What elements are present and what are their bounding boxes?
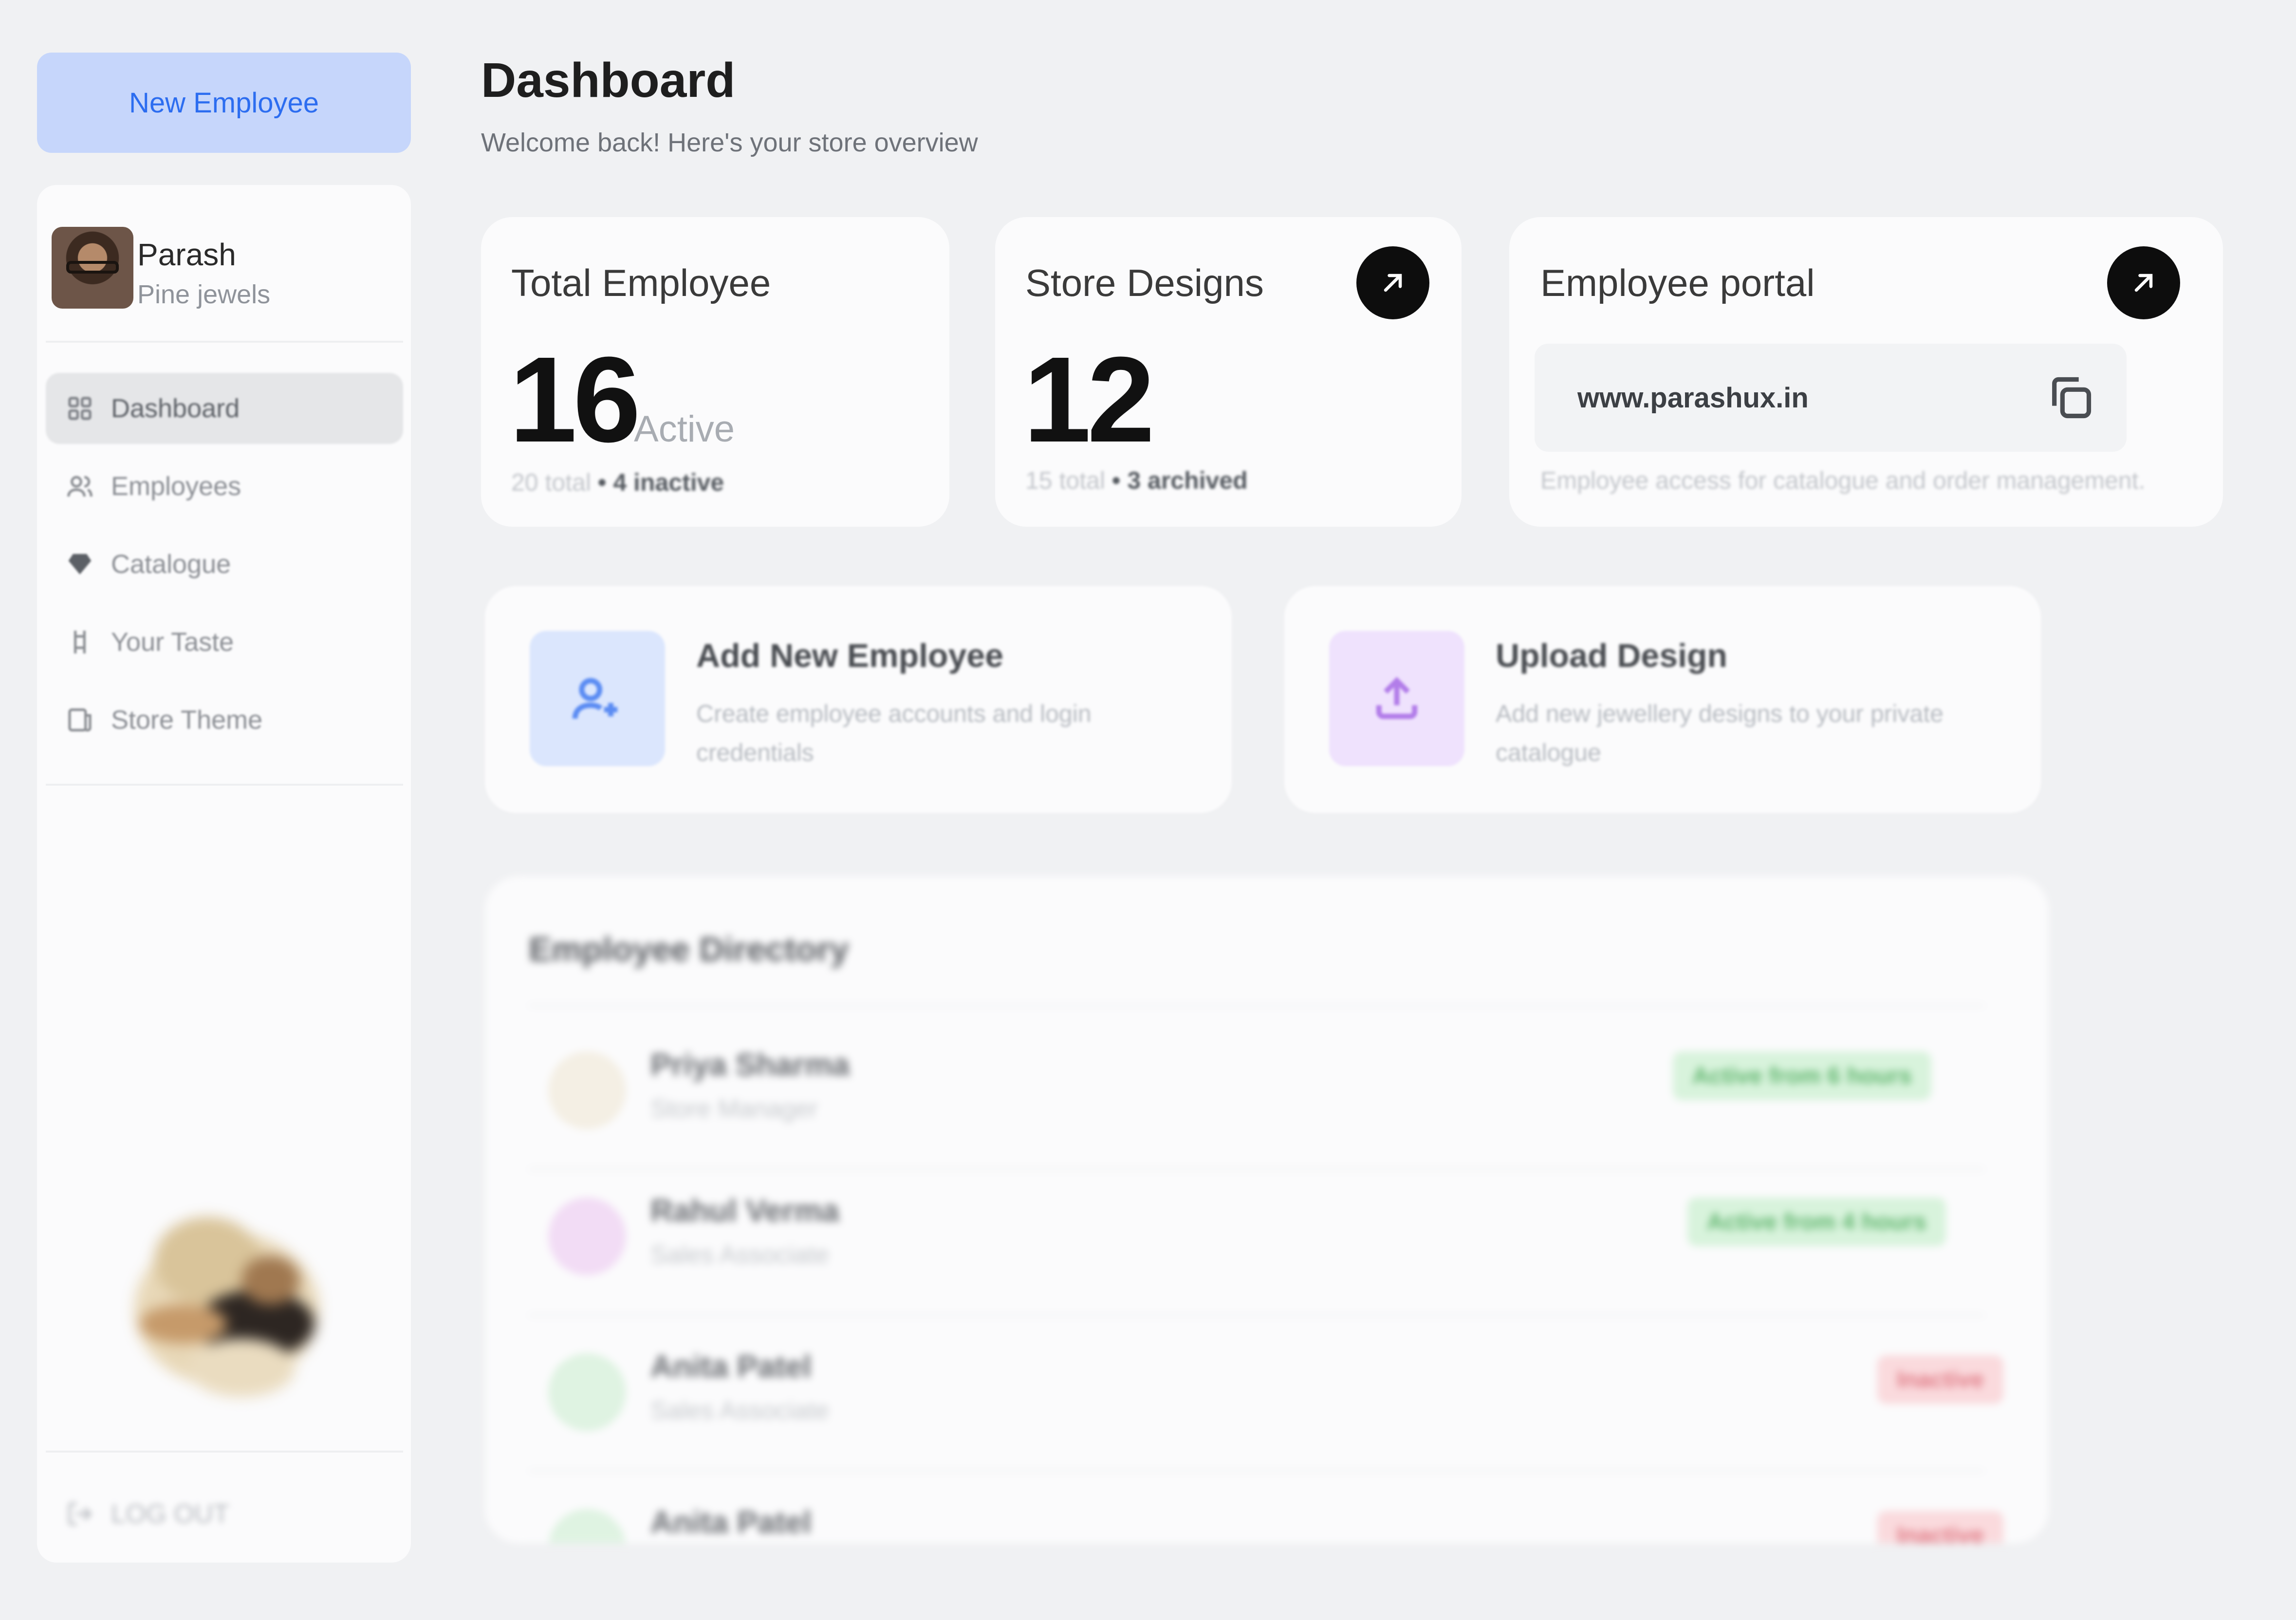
- new-employee-button[interactable]: New Employee: [37, 53, 411, 153]
- new-employee-label: New Employee: [129, 87, 319, 119]
- employee-role: Sales Associate: [650, 1241, 830, 1269]
- status-badge: Inactive: [1877, 1511, 2003, 1543]
- sidebar-item-label: Your Taste: [111, 627, 234, 657]
- taste-icon: [66, 628, 93, 656]
- logout-button[interactable]: LOG OUT: [61, 1490, 256, 1538]
- action-title: Add New Employee: [696, 637, 1004, 674]
- inactive-count: • 4 inactive: [597, 469, 724, 496]
- avatar: [548, 1353, 626, 1431]
- store-designs-card: Store Designs 12 15 total • 3 archived: [995, 217, 1462, 527]
- employee-meta: 20 total • 4 inactive: [511, 468, 724, 497]
- divider: [529, 1005, 1984, 1007]
- profile-block[interactable]: Parash Pine jewels: [52, 227, 392, 314]
- grid-icon: [66, 395, 93, 422]
- portal-url: www.parashux.in: [1577, 382, 1809, 414]
- divider: [529, 1470, 1984, 1472]
- employee-name: Anita Patel: [650, 1349, 812, 1384]
- page-title: Dashboard: [481, 53, 736, 108]
- design-count: 12: [1023, 331, 1155, 467]
- sidebar-item-your-taste[interactable]: Your Taste: [46, 607, 403, 678]
- avatar: [548, 1509, 626, 1543]
- active-employee-count: 16: [509, 331, 641, 467]
- sidebar-item-label: Store Theme: [111, 705, 263, 735]
- employee-directory: Employee Directory Priya Sharma Store Ma…: [485, 876, 2049, 1543]
- arrow-up-right-icon: [2134, 274, 2153, 292]
- employee-role: Store Manager: [650, 1095, 818, 1123]
- profile-name: Parash: [137, 237, 236, 272]
- card-title: Employee portal: [1540, 261, 1815, 304]
- description-line: Add new jewellery designs to your privat…: [1496, 700, 1944, 727]
- action-title: Upload Design: [1496, 637, 1728, 674]
- profile-store: Pine jewels: [137, 280, 271, 309]
- card-title: Store Designs: [1025, 261, 1264, 304]
- sidebar-item-dashboard[interactable]: Dashboard: [46, 373, 403, 444]
- portal-url-field[interactable]: www.parashux.in: [1535, 344, 2127, 452]
- action-description: Add new jewellery designs to your privat…: [1496, 694, 1982, 772]
- description-line: Create employee accounts and login: [696, 700, 1092, 727]
- users-icon: [66, 473, 93, 500]
- avatar: [548, 1051, 626, 1129]
- section-title: Employee Directory: [529, 930, 849, 968]
- table-row[interactable]: Anita Patel Sales Associate Inactive: [529, 1324, 2003, 1470]
- upload-design-card[interactable]: Upload Design Add new jewellery designs …: [1284, 586, 2041, 813]
- sidebar-item-employees[interactable]: Employees: [46, 451, 403, 522]
- table-row[interactable]: Rahul Verma Sales Associate Active from …: [529, 1168, 1999, 1314]
- arrow-up-right-icon: [1384, 274, 1402, 292]
- sidebar-item-catalogue[interactable]: Catalogue: [46, 529, 403, 600]
- logout-icon: [66, 1500, 93, 1528]
- divider: [529, 1314, 1984, 1316]
- table-row[interactable]: Priya Sharma Store Manager Active from 6…: [529, 1022, 1999, 1168]
- employee-portal-card: Employee portal www.parashux.in Employee…: [1509, 217, 2223, 527]
- total-employee-card: Total Employee 16 Active 20 total • 4 in…: [481, 217, 949, 527]
- theme-icon: [66, 706, 93, 734]
- copy-icon: [2052, 377, 2092, 419]
- logout-label: LOG OUT: [111, 1499, 230, 1528]
- employee-name: Anita Patel: [650, 1505, 812, 1540]
- employee-name: Rahul Verma: [650, 1193, 839, 1228]
- table-row[interactable]: Anita Patel Inactive: [529, 1480, 2003, 1543]
- total-count: 15 total: [1025, 467, 1106, 494]
- status-badge: Active from 4 hours: [1687, 1197, 1946, 1246]
- card-title: Total Employee: [511, 261, 771, 304]
- add-employee-card[interactable]: Add New Employee Create employee account…: [485, 586, 1232, 813]
- employee-name: Priya Sharma: [650, 1047, 850, 1082]
- avatar: [548, 1197, 626, 1275]
- design-meta: 15 total • 3 archived: [1025, 466, 1248, 495]
- employee-role: Sales Associate: [650, 1397, 830, 1425]
- upload-icon: [1329, 631, 1464, 766]
- sidebar-item-label: Catalogue: [111, 550, 231, 579]
- jewellery-illustration: [95, 1163, 358, 1426]
- description-line: catalogue: [1496, 739, 1601, 766]
- avatar: [52, 227, 133, 309]
- divider: [46, 784, 403, 786]
- description-line: credentials: [696, 739, 814, 766]
- open-store-designs-button[interactable]: [1356, 246, 1429, 319]
- sidebar-item-label: Employees: [111, 472, 241, 501]
- page-subtitle: Welcome back! Here's your store overview: [481, 128, 978, 157]
- open-portal-button[interactable]: [2107, 246, 2180, 319]
- divider: [46, 341, 403, 343]
- active-label: Active: [634, 408, 735, 450]
- copy-url-button[interactable]: [2044, 371, 2097, 424]
- sidebar-item-label: Dashboard: [111, 394, 240, 423]
- total-count: 20 total: [511, 469, 592, 496]
- sidebar: Parash Pine jewels Dashboard Employees C…: [37, 185, 411, 1563]
- divider: [46, 1451, 403, 1453]
- status-badge: Inactive: [1877, 1355, 2003, 1404]
- status-badge: Active from 6 hours: [1673, 1051, 1931, 1100]
- add-user-icon: [530, 631, 665, 766]
- diamond-icon: [66, 551, 93, 578]
- archived-count: • 3 archived: [1111, 467, 1248, 494]
- action-description: Create employee accounts and login crede…: [696, 694, 1164, 772]
- portal-description: Employee access for catalogue and order …: [1540, 467, 2146, 494]
- sidebar-item-store-theme[interactable]: Store Theme: [46, 684, 403, 755]
